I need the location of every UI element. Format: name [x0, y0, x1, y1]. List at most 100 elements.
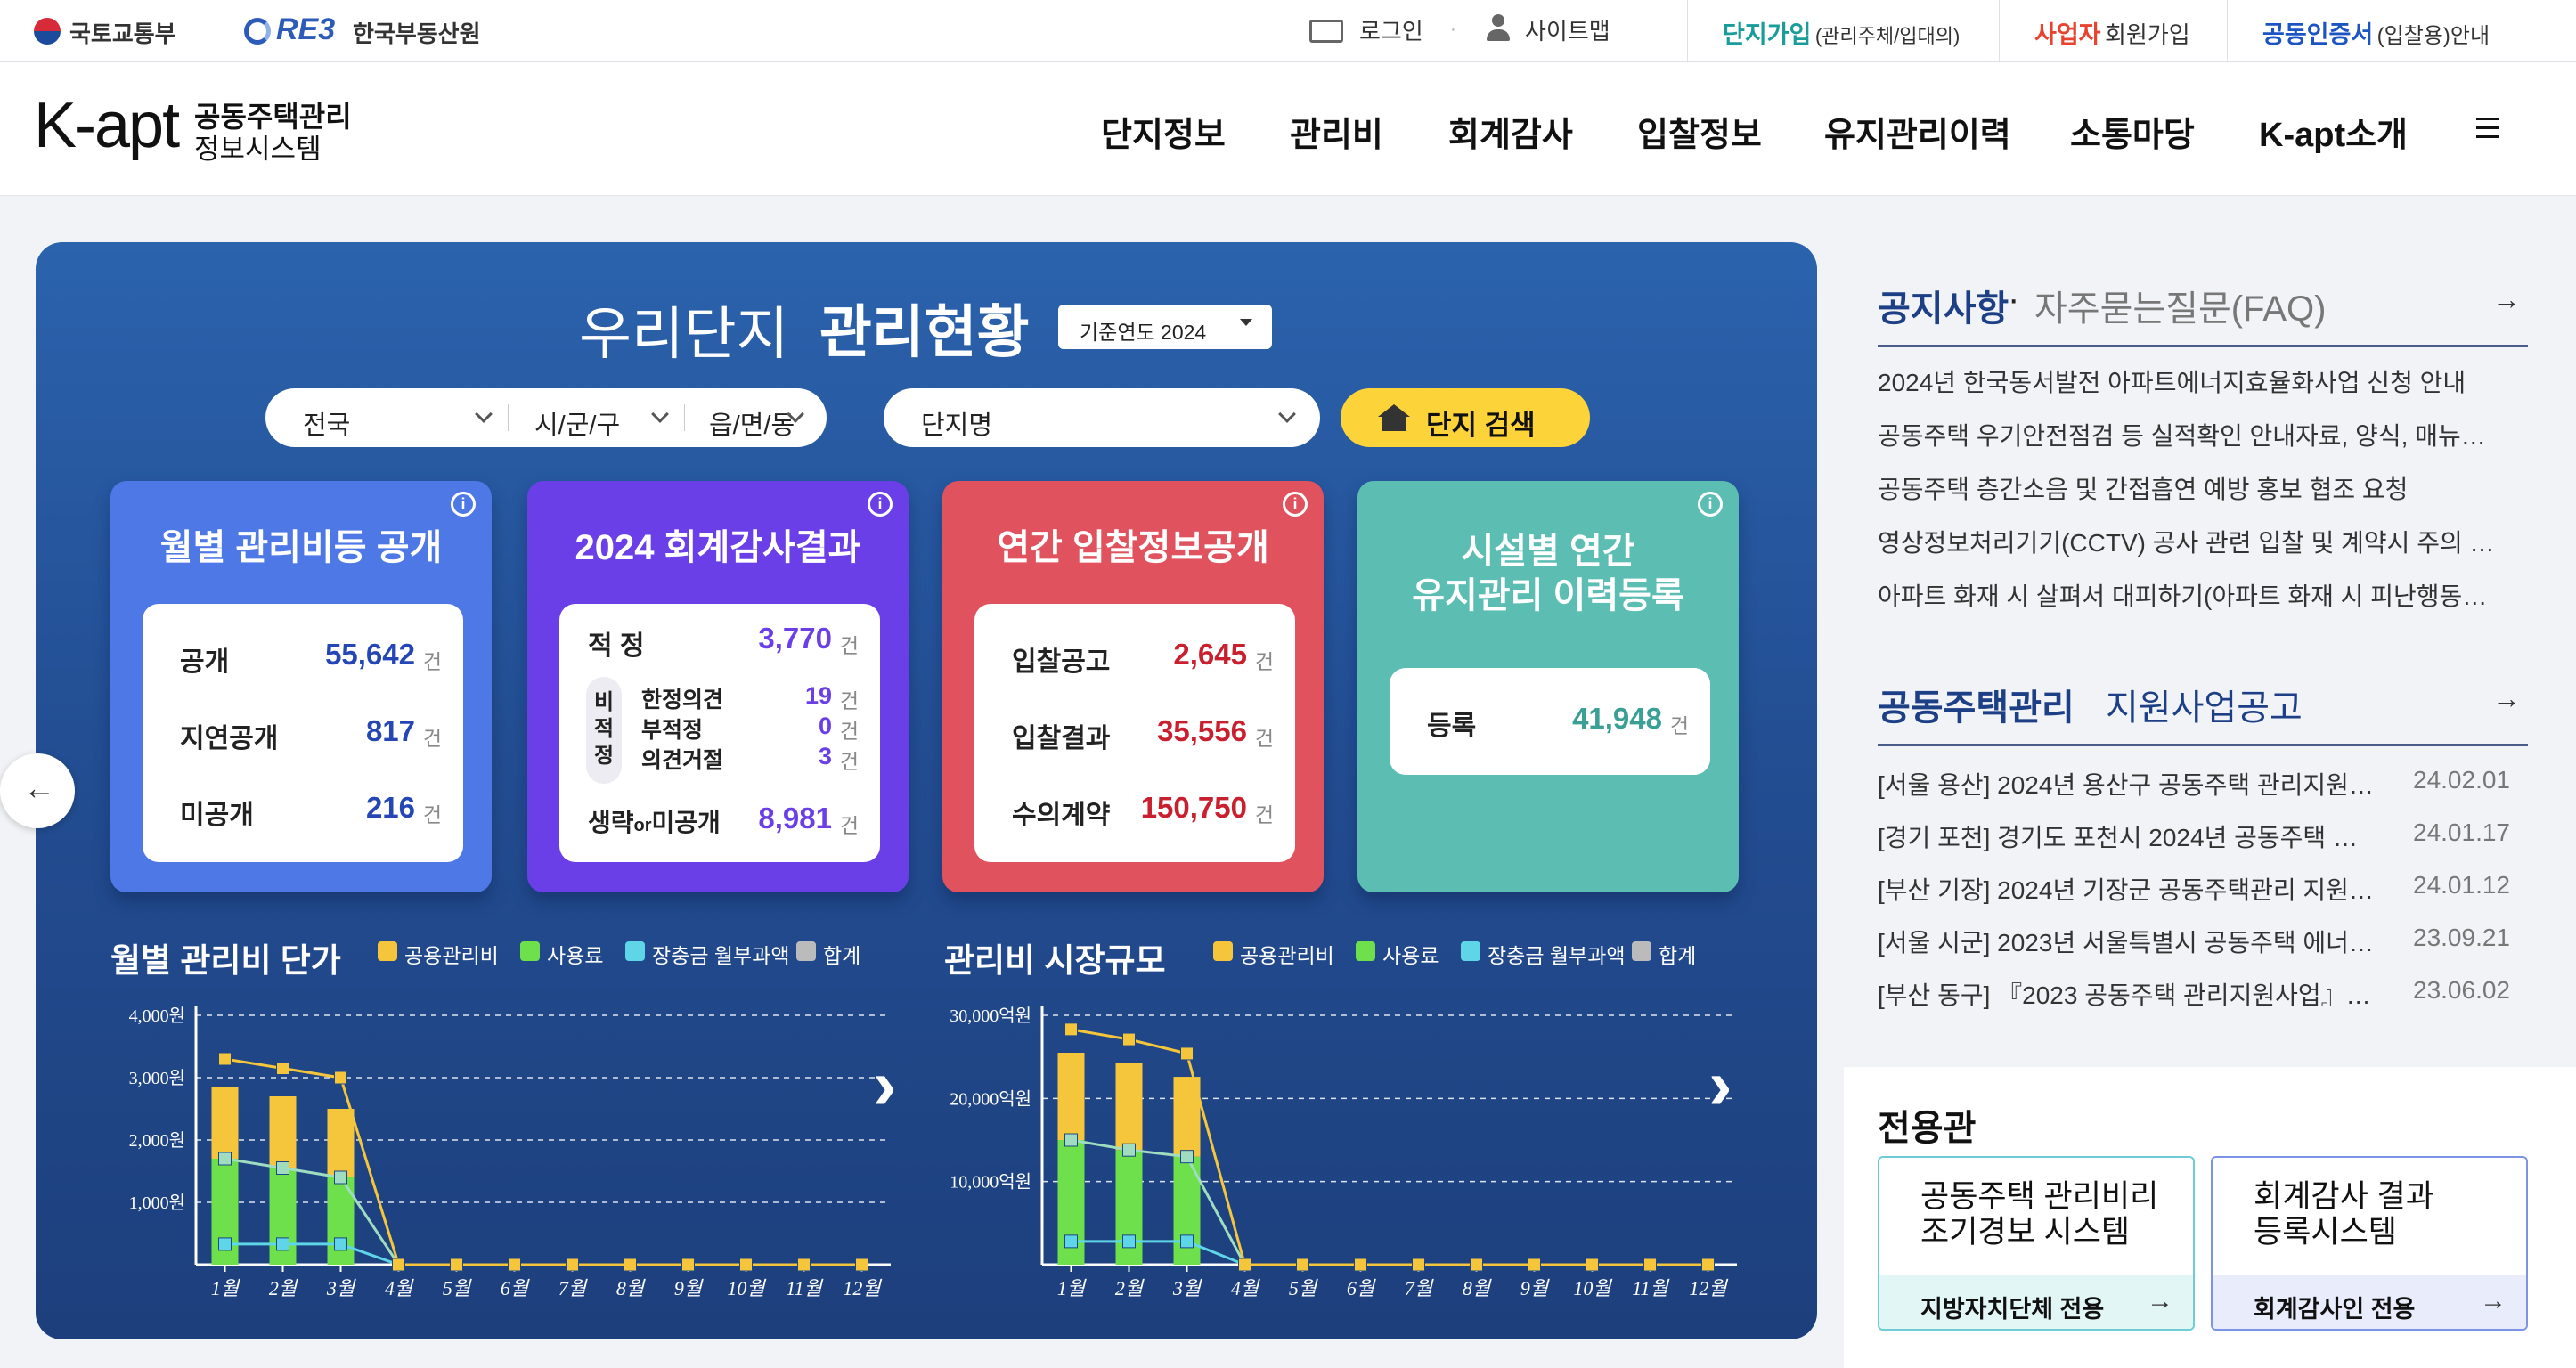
join-business-link[interactable]: 사업자 회원가입	[2034, 15, 2190, 50]
early-warning-system-link[interactable]: 공동주택 관리비리 조기경보 시스템 지방자치단체 전용 →	[1878, 1156, 2195, 1331]
appropriate-value[interactable]: 3,770	[758, 622, 832, 656]
town-select[interactable]: 읍/면/동	[709, 404, 795, 442]
nav-complex-info[interactable]: 단지정보	[1101, 107, 1226, 156]
x-tick-label: 10월	[1573, 1277, 1612, 1299]
info-icon[interactable]: i	[868, 492, 893, 517]
list-item[interactable]: [서울 시군] 2023년 서울특별시 공동주택 에너지… 23.09.21	[1878, 924, 2528, 976]
stat-value[interactable]: 817	[366, 714, 415, 748]
card-title: 월별 관리비등 공개	[159, 528, 443, 567]
list-item[interactable]: 공동주택 우기안전점검 등 실적확인 안내자료, 양식, 매뉴얼(…	[1878, 417, 2501, 470]
stat-value[interactable]: 2,645	[1173, 638, 1247, 672]
list-item-title: [부산 기장] 2024년 기장군 공동주택관리 지원사…	[1878, 876, 2376, 904]
city-select[interactable]: 시/군/구	[534, 404, 620, 442]
y-tick-label: 2,000원	[129, 1130, 185, 1151]
card-body: 적 정 3,770 건 비 적 정 한정의견 19 건 부적정 0 건 의견거절…	[559, 604, 880, 862]
info-icon[interactable]: i	[451, 492, 476, 517]
support-header: 공동주택관리 지원사업공고 →	[1878, 679, 2528, 746]
list-item[interactable]: [경기 포천] 경기도 포천시 2024년 공동주택 지… 24.01.17	[1878, 818, 2528, 871]
chart2-fee-market-size: 10,000억원 20,000억원 30,000억원 1월 2월 3월 4월 5월 6월 7월 8월…	[950, 1006, 1737, 1299]
support-title-strong[interactable]: 공동주택관리	[1878, 679, 2075, 730]
stat-unit: 건	[839, 689, 859, 712]
prev-slide-button[interactable]: ←	[0, 753, 75, 828]
panel-title-light: 우리단지	[579, 302, 789, 366]
card-maintenance-history[interactable]: i 시설별 연간 유지관리 이력등록 등록 41,948 건	[1357, 481, 1739, 892]
notice-tab[interactable]: 공지사항	[1878, 280, 2009, 331]
list-item[interactable]: [부산 동구] 『2023 공동주택 관리지원사업』 신… 23.06.02	[1878, 976, 2528, 1029]
chart1-next-arrow-icon[interactable]: ›	[873, 1044, 897, 1126]
audit-registration-system-link[interactable]: 회계감사 결과 등록시스템 회계감사인 전용 →	[2211, 1156, 2528, 1331]
series-point	[334, 1071, 347, 1085]
info-icon[interactable]: i	[1283, 492, 1308, 517]
stat-value[interactable]: 55,642	[325, 638, 415, 672]
series-point	[681, 1258, 695, 1272]
chart2-title: 관리비 시장규모	[944, 942, 1166, 979]
sitemap-link[interactable]: 사이트맵	[1525, 13, 1610, 46]
kapt-logo[interactable]: K-apt	[34, 89, 180, 162]
y-tick-label: 30,000억원	[950, 1006, 1031, 1026]
nav-management-fee[interactable]: 관리비	[1290, 107, 1383, 156]
list-item[interactable]: 영상정보처리기기(CCTV) 공사 관련 입찰 및 계약시 주의 안내	[1878, 524, 2501, 577]
card-audit-result[interactable]: i 2024 회계감사결과 적 정 3,770 건 비 적 정 한정의견 19 …	[527, 481, 909, 892]
login-link[interactable]: 로그인	[1359, 13, 1423, 46]
box-footer-label: 회계감사인 전용	[2254, 1296, 2416, 1323]
complex-name-select[interactable]: 단지명	[884, 388, 1320, 447]
stat-value[interactable]: 150,750	[1141, 791, 1247, 825]
list-item[interactable]: 공동주택 층간소음 및 간접흡연 예방 홍보 협조 요청	[1878, 470, 2501, 524]
year-select[interactable]: 기준연도 2024	[1058, 305, 1272, 349]
support-title-rest[interactable]: 지원사업공고	[2106, 679, 2303, 730]
menu-icon[interactable]	[2476, 118, 2499, 139]
x-tick-label: 3월	[1172, 1277, 1202, 1299]
reb-name[interactable]: 한국부동산원	[353, 16, 481, 49]
list-item[interactable]: 2024년 한국동서발전 아파트에너지효율화사업 신청 안내	[1878, 363, 2501, 417]
region-select-group: 전국 시/군/구 읍/면/동	[265, 388, 827, 447]
nav-maintenance-history[interactable]: 유지관리이력	[1824, 107, 2011, 156]
series-point	[1180, 1046, 1194, 1061]
nav-audit[interactable]: 회계감사	[1448, 107, 1573, 156]
ministry-name[interactable]: 국토교통부	[69, 16, 176, 49]
region-select[interactable]: 전국	[303, 404, 350, 442]
complex-search-button[interactable]: 단지 검색	[1341, 388, 1590, 447]
legend-label: 사용료	[547, 944, 604, 967]
series-point	[1064, 1133, 1078, 1147]
y-tick-label: 10,000억원	[950, 1172, 1031, 1193]
chart2-next-arrow-icon[interactable]: ›	[1708, 1044, 1732, 1126]
certificate-guide-link[interactable]: 공동인증서 (입찰용)안내	[2262, 15, 2490, 50]
omitted-value[interactable]: 8,981	[758, 802, 832, 835]
stat-unit: 건	[839, 720, 859, 743]
sub-stat-value[interactable]: 3	[819, 743, 832, 770]
series-point	[276, 1237, 289, 1251]
join-complex-link[interactable]: 단지가입 (관리주체/입대의)	[1723, 15, 1960, 50]
legend-swatch	[1461, 941, 1480, 961]
arrow-right-icon[interactable]: →	[2492, 283, 2521, 316]
card-monthly-fee[interactable]: i 월별 관리비등 공개 공개 55,642 건 지연공개 817 건 미공개 …	[110, 481, 492, 892]
user-icon	[1486, 14, 1511, 41]
nav-bidding[interactable]: 입찰정보	[1637, 107, 1762, 156]
series-point	[1122, 1234, 1136, 1249]
bar-common	[1057, 1053, 1085, 1140]
arrow-right-icon[interactable]: →	[2492, 682, 2521, 715]
nav-about[interactable]: K-apt소개	[2259, 107, 2408, 156]
nav-community[interactable]: 소통마당	[2070, 107, 2195, 156]
stat-unit: 건	[422, 650, 442, 673]
appropriate-label: 적 정	[588, 631, 645, 661]
x-tick-label: 1월	[1057, 1277, 1087, 1299]
list-item[interactable]: 아파트 화재 시 살펴서 대피하기(아파트 화재 시 피난행동요령)	[1878, 577, 2501, 631]
reb-logo[interactable]: RE3	[276, 12, 335, 47]
stat-value[interactable]: 216	[366, 791, 415, 825]
list-item[interactable]: [부산 기장] 2024년 기장군 공동주택관리 지원사… 24.01.12	[1878, 871, 2528, 924]
stat-value[interactable]: 41,948	[1572, 702, 1662, 736]
list-item[interactable]: [서울 용산] 2024년 용산구 공동주택 관리지원 … 24.02.01	[1878, 766, 2528, 818]
info-icon[interactable]: i	[1698, 492, 1723, 517]
stat-label: 입찰공고	[1012, 647, 1111, 677]
faq-tab[interactable]: 자주묻는질문(FAQ)	[2034, 280, 2326, 331]
sub-stat-value[interactable]: 0	[819, 712, 832, 740]
sub-stat-value[interactable]: 19	[805, 682, 832, 710]
legend-swatch	[1213, 941, 1233, 961]
reb-logo-icon	[244, 18, 271, 45]
series-point	[392, 1258, 405, 1272]
x-tick-label: 9월	[674, 1277, 704, 1299]
series-point	[566, 1258, 579, 1272]
x-tick-label: 5월	[1289, 1277, 1318, 1299]
card-bidding-info[interactable]: i 연간 입찰정보공개 입찰공고 2,645 건 입찰결과 35,556 건 수…	[942, 481, 1324, 892]
stat-value[interactable]: 35,556	[1157, 714, 1247, 748]
